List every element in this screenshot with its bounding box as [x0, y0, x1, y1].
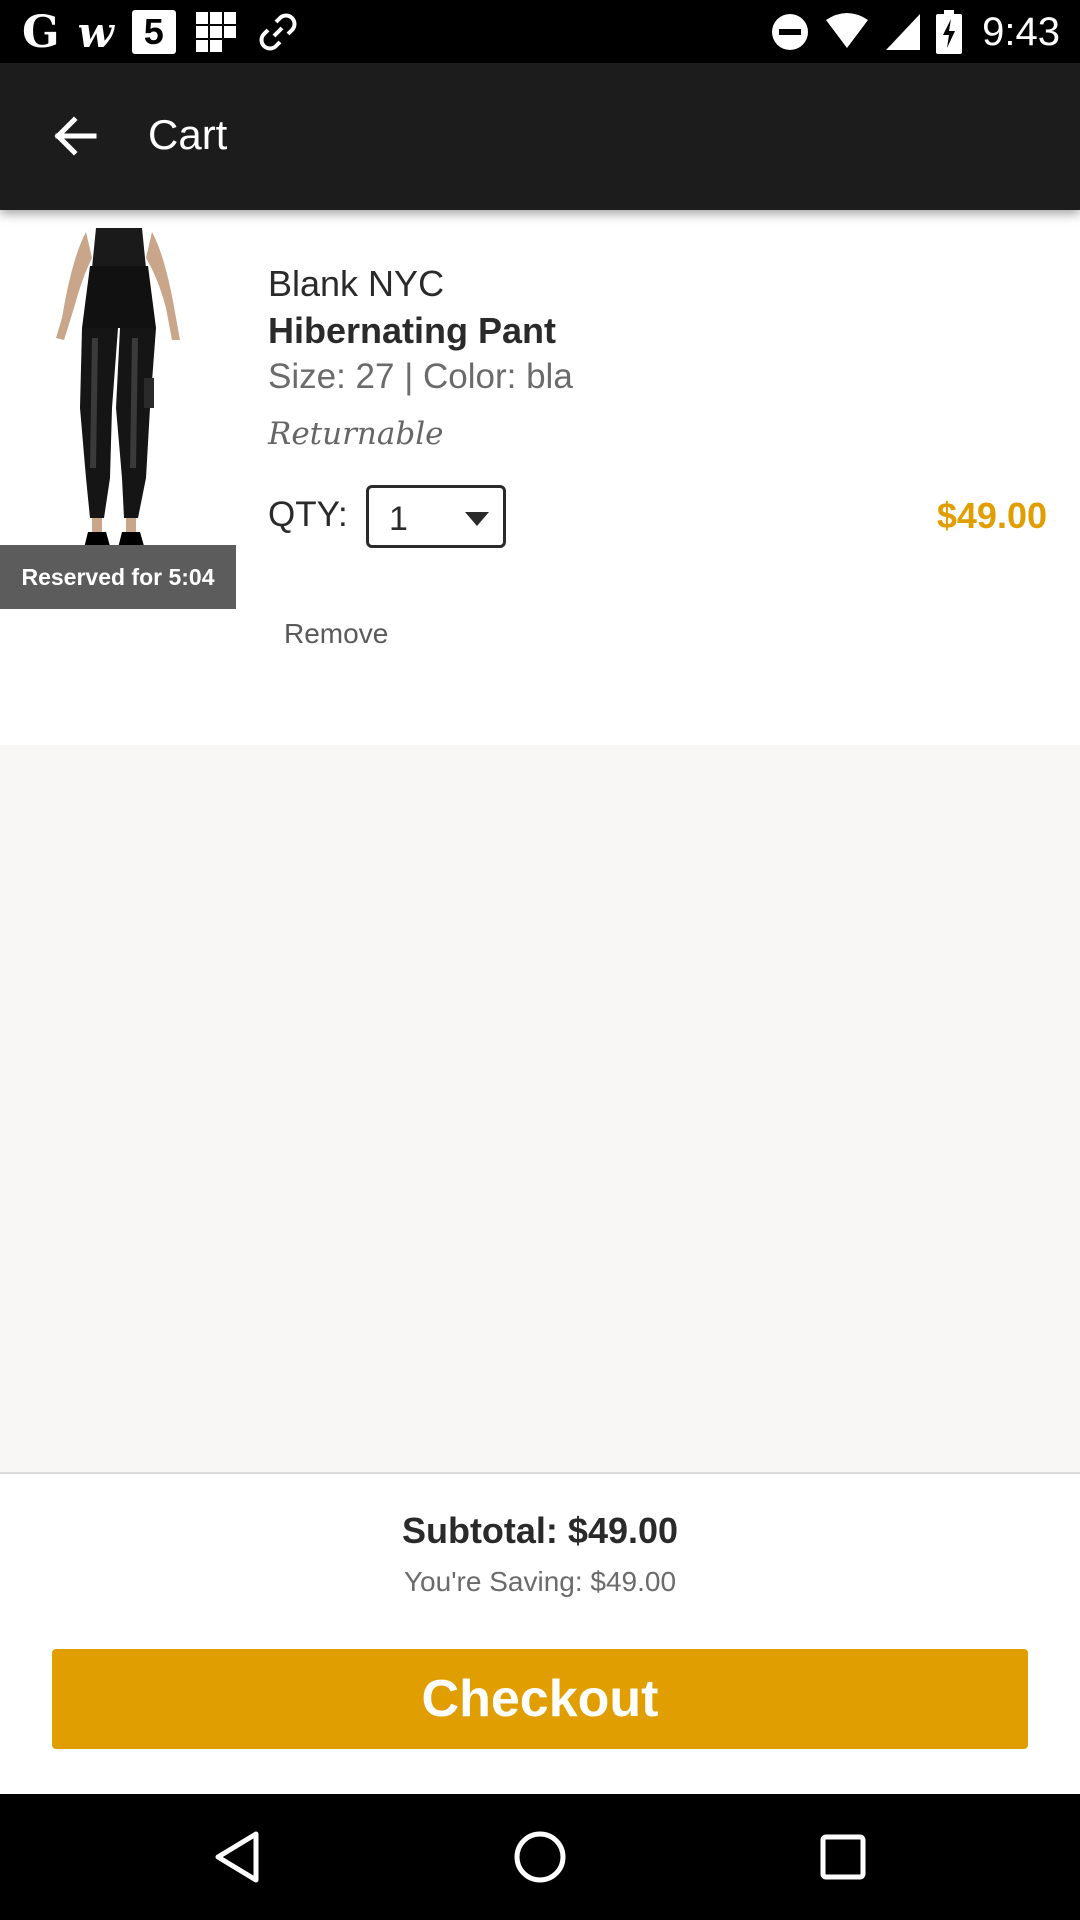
savings-text: You're Saving: $49.00: [403, 1566, 677, 1597]
nav-recents-button[interactable]: [808, 1822, 878, 1892]
subtotal: Subtotal: $49.00: [401, 1510, 679, 1551]
order-summary: Subtotal: $49.00 You're Saving: $49.00 C…: [0, 1472, 1080, 1794]
battery-charging-icon: [936, 10, 963, 54]
qty-dropdown[interactable]: 1: [366, 485, 506, 548]
system-nav-bar: [0, 1794, 1080, 1920]
link-app-icon: [256, 10, 300, 54]
five-app-icon: 5: [131, 10, 176, 54]
nav-home-icon: [514, 1831, 566, 1883]
nav-back-icon: [215, 1831, 259, 1883]
grid-app-icon: [194, 10, 238, 54]
cell-signal-icon: [884, 12, 922, 52]
nav-home-button[interactable]: [505, 1822, 575, 1892]
checkout-button[interactable]: Checkout: [52, 1649, 1028, 1749]
remove-button[interactable]: Remove: [284, 618, 388, 650]
qty-value: 1: [389, 500, 408, 538]
page-title: Cart: [148, 111, 228, 158]
status-bar-system: 9:43: [770, 8, 1060, 56]
nav-recents-icon: [820, 1834, 866, 1880]
app-bar: Cart: [0, 63, 1080, 210]
product-size-color: Size: 27 | Color: bla: [268, 357, 573, 396]
returnable-label: Returnable: [268, 416, 444, 452]
reserved-timer-badge: Reserved for 5:04: [0, 545, 236, 609]
status-bar-notifications: G w 5: [22, 6, 300, 58]
nav-back-button[interactable]: [202, 1822, 272, 1892]
product-image[interactable]: [0, 228, 236, 555]
caret-down-icon: [465, 512, 489, 526]
status-bar: G w 5 9:43: [0, 0, 1080, 63]
google-g-icon: G: [22, 6, 60, 58]
back-button[interactable]: [40, 101, 110, 171]
product-price: $49.00: [936, 495, 1047, 536]
cart-item: Reserved for 5:04 Blank NYC Hibernating …: [0, 210, 1080, 745]
w-app-icon: w: [77, 7, 114, 57]
do-not-disturb-icon: [770, 12, 810, 52]
wifi-icon: [824, 12, 870, 52]
status-time: 9:43: [982, 9, 1060, 54]
product-name[interactable]: Hibernating Pant: [268, 310, 556, 352]
qty-label: QTY:: [268, 495, 348, 534]
product-brand: Blank NYC: [268, 263, 445, 304]
arrow-back-icon: [54, 116, 97, 156]
